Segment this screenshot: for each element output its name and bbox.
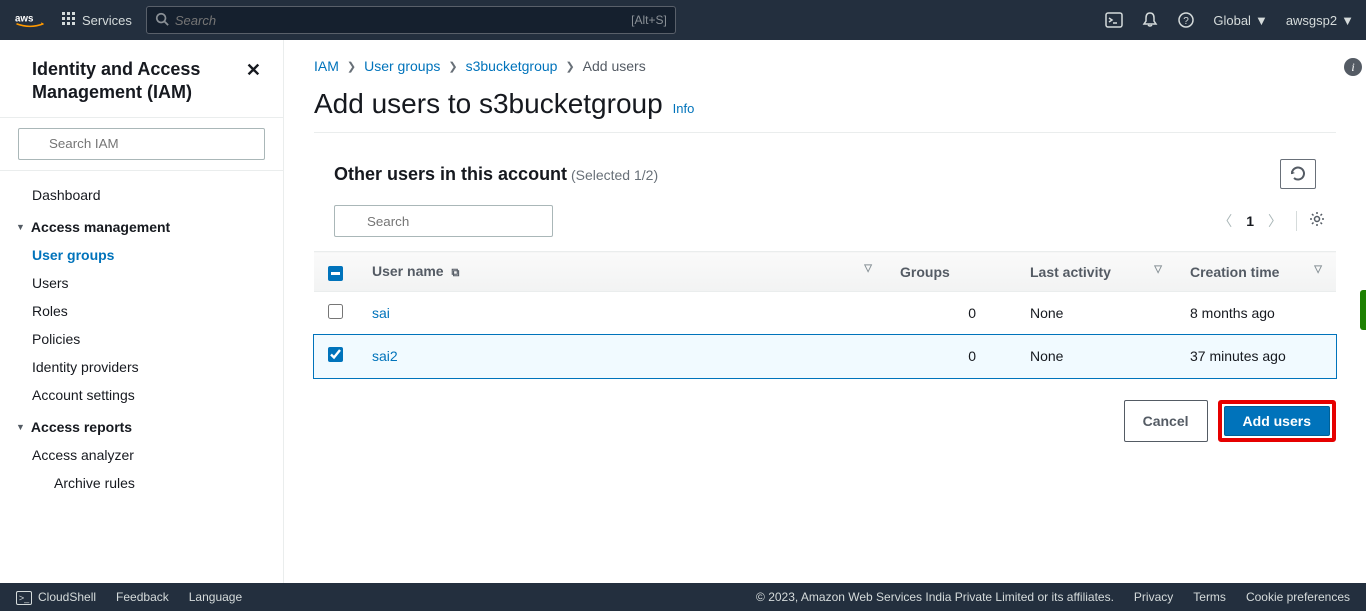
info-panel-toggle[interactable]: i	[1344, 58, 1366, 80]
copyright: © 2023, Amazon Web Services India Privat…	[756, 590, 1114, 604]
cookies-link[interactable]: Cookie preferences	[1246, 590, 1350, 604]
privacy-link[interactable]: Privacy	[1134, 590, 1173, 604]
cloudshell-icon: >_	[16, 591, 32, 605]
search-icon	[155, 12, 169, 29]
creation-time-cell: 37 minutes ago	[1176, 335, 1336, 378]
sidebar-item-access-management[interactable]: Access management	[0, 209, 283, 241]
svg-text:aws: aws	[15, 14, 34, 25]
select-all-checkbox[interactable]	[328, 266, 343, 281]
sidebar-item-account-settings[interactable]: Account settings	[0, 381, 283, 409]
last-activity-cell: None	[1016, 292, 1176, 335]
info-icon: i	[1344, 58, 1362, 76]
users-table: User name ⧉▽GroupsLast activity▽Creation…	[314, 251, 1336, 378]
row-checkbox[interactable]	[328, 347, 343, 362]
global-search-input[interactable]	[169, 13, 667, 28]
search-shortcut: [Alt+S]	[631, 13, 667, 27]
cloudshell-icon[interactable]	[1105, 11, 1123, 29]
info-link[interactable]: Info	[673, 101, 695, 116]
language-link[interactable]: Language	[189, 590, 242, 604]
sidebar-item-roles[interactable]: Roles	[0, 297, 283, 325]
services-label: Services	[82, 13, 132, 28]
pagination: 〈 1 〉	[1218, 211, 1316, 231]
page-title-text: Add users to s3bucketgroup	[314, 88, 663, 120]
last-activity-cell: None	[1016, 335, 1176, 378]
sidebar-item-dashboard[interactable]: Dashboard	[0, 181, 283, 209]
main-content: IAM ❯ User groups ❯ s3bucketgroup ❯ Add users …	[284, 40, 1366, 583]
user-link[interactable]: sai2	[372, 348, 398, 364]
region-label: Global	[1213, 13, 1251, 28]
breadcrumb: IAM ❯ User groups ❯ s3bucketgroup ❯ Add users	[314, 58, 1336, 74]
sidebar-item-policies[interactable]: Policies	[0, 325, 283, 353]
chevron-right-icon: ❯	[448, 60, 457, 73]
chevron-down-icon: ▼	[1341, 13, 1354, 28]
sidebar-item-access-reports[interactable]: Access reports	[0, 409, 283, 441]
sidebar-title: Identity and Access Management (IAM)	[0, 58, 283, 117]
sidebar-item-user-groups[interactable]: User groups	[0, 241, 283, 269]
table-search-input[interactable]	[334, 205, 553, 237]
sidebar-item-access-analyzer[interactable]: Access analyzer	[0, 441, 283, 469]
sidebar-nav: DashboardAccess managementUser groupsUse…	[0, 171, 283, 507]
top-nav: aws Services [Alt+S] ? Global ▼ awsgsp2 …	[0, 0, 1366, 40]
cloudshell-link[interactable]: >_CloudShell	[16, 590, 96, 605]
sidebar-item-identity-providers[interactable]: Identity providers	[0, 353, 283, 381]
account-menu[interactable]: awsgsp2 ▼	[1286, 13, 1354, 28]
refresh-button[interactable]	[1280, 159, 1316, 189]
sidebar-item-archive-rules[interactable]: Archive rules	[0, 469, 283, 497]
prev-page-button[interactable]: 〈	[1218, 211, 1232, 231]
column-header[interactable]: Last activity▽	[1016, 252, 1176, 292]
account-label: awsgsp2	[1286, 13, 1337, 28]
external-link-icon: ⧉	[451, 267, 459, 279]
table-row[interactable]: sai2 0None37 minutes ago	[314, 335, 1336, 378]
chevron-down-icon: ▼	[1255, 13, 1268, 28]
panel-selected-count: (Selected 1/2)	[571, 167, 658, 183]
sidebar: Identity and Access Management (IAM) ✕ D…	[0, 40, 284, 583]
bell-icon[interactable]	[1141, 11, 1159, 29]
chevron-right-icon: ❯	[347, 60, 356, 73]
column-header[interactable]: Groups	[886, 252, 1016, 292]
close-icon[interactable]: ✕	[246, 60, 261, 81]
terms-link[interactable]: Terms	[1193, 590, 1226, 604]
sidebar-search-input[interactable]	[18, 128, 265, 160]
page-title: Add users to s3bucketgroup Info	[314, 88, 1336, 120]
svg-text:?: ?	[1184, 16, 1190, 27]
current-page: 1	[1246, 213, 1254, 229]
breadcrumb-current: Add users	[583, 58, 646, 74]
services-menu[interactable]: Services	[62, 12, 132, 29]
breadcrumb-link[interactable]: IAM	[314, 58, 339, 74]
sort-icon: ▽	[1154, 264, 1162, 275]
help-icon[interactable]: ?	[1177, 11, 1195, 29]
row-checkbox[interactable]	[328, 304, 343, 319]
groups-cell: 0	[886, 335, 1016, 378]
global-search[interactable]: [Alt+S]	[146, 6, 676, 34]
aws-logo[interactable]: aws	[12, 11, 48, 29]
sort-icon: ▽	[864, 263, 872, 274]
column-header[interactable]: User name ⧉▽	[358, 252, 886, 292]
cancel-button[interactable]: Cancel	[1124, 400, 1208, 442]
chevron-right-icon: ❯	[565, 60, 574, 73]
refresh-icon	[1290, 166, 1306, 182]
sort-icon: ▽	[1314, 264, 1322, 275]
grid-icon	[62, 12, 76, 29]
users-panel: Other users in this account (Selected 1/…	[314, 132, 1336, 442]
sidebar-item-users[interactable]: Users	[0, 269, 283, 297]
feedback-link[interactable]: Feedback	[116, 590, 169, 604]
panel-title: Other users in this account	[334, 164, 567, 184]
region-selector[interactable]: Global ▼	[1213, 13, 1267, 28]
bottom-bar: >_CloudShell Feedback Language © 2023, A…	[0, 583, 1366, 611]
table-row[interactable]: sai 0None8 months ago	[314, 292, 1336, 335]
breadcrumb-link[interactable]: User groups	[364, 58, 440, 74]
groups-cell: 0	[886, 292, 1016, 335]
add-users-button[interactable]: Add users	[1224, 406, 1330, 436]
column-header[interactable]: Creation time▽	[1176, 252, 1336, 292]
breadcrumb-link[interactable]: s3bucketgroup	[466, 58, 558, 74]
creation-time-cell: 8 months ago	[1176, 292, 1336, 335]
feedback-tab[interactable]	[1360, 290, 1366, 330]
gear-icon[interactable]	[1296, 211, 1316, 231]
highlight-annotation: Add users	[1218, 400, 1336, 442]
next-page-button[interactable]: 〉	[1268, 211, 1282, 231]
user-link[interactable]: sai	[372, 305, 390, 321]
